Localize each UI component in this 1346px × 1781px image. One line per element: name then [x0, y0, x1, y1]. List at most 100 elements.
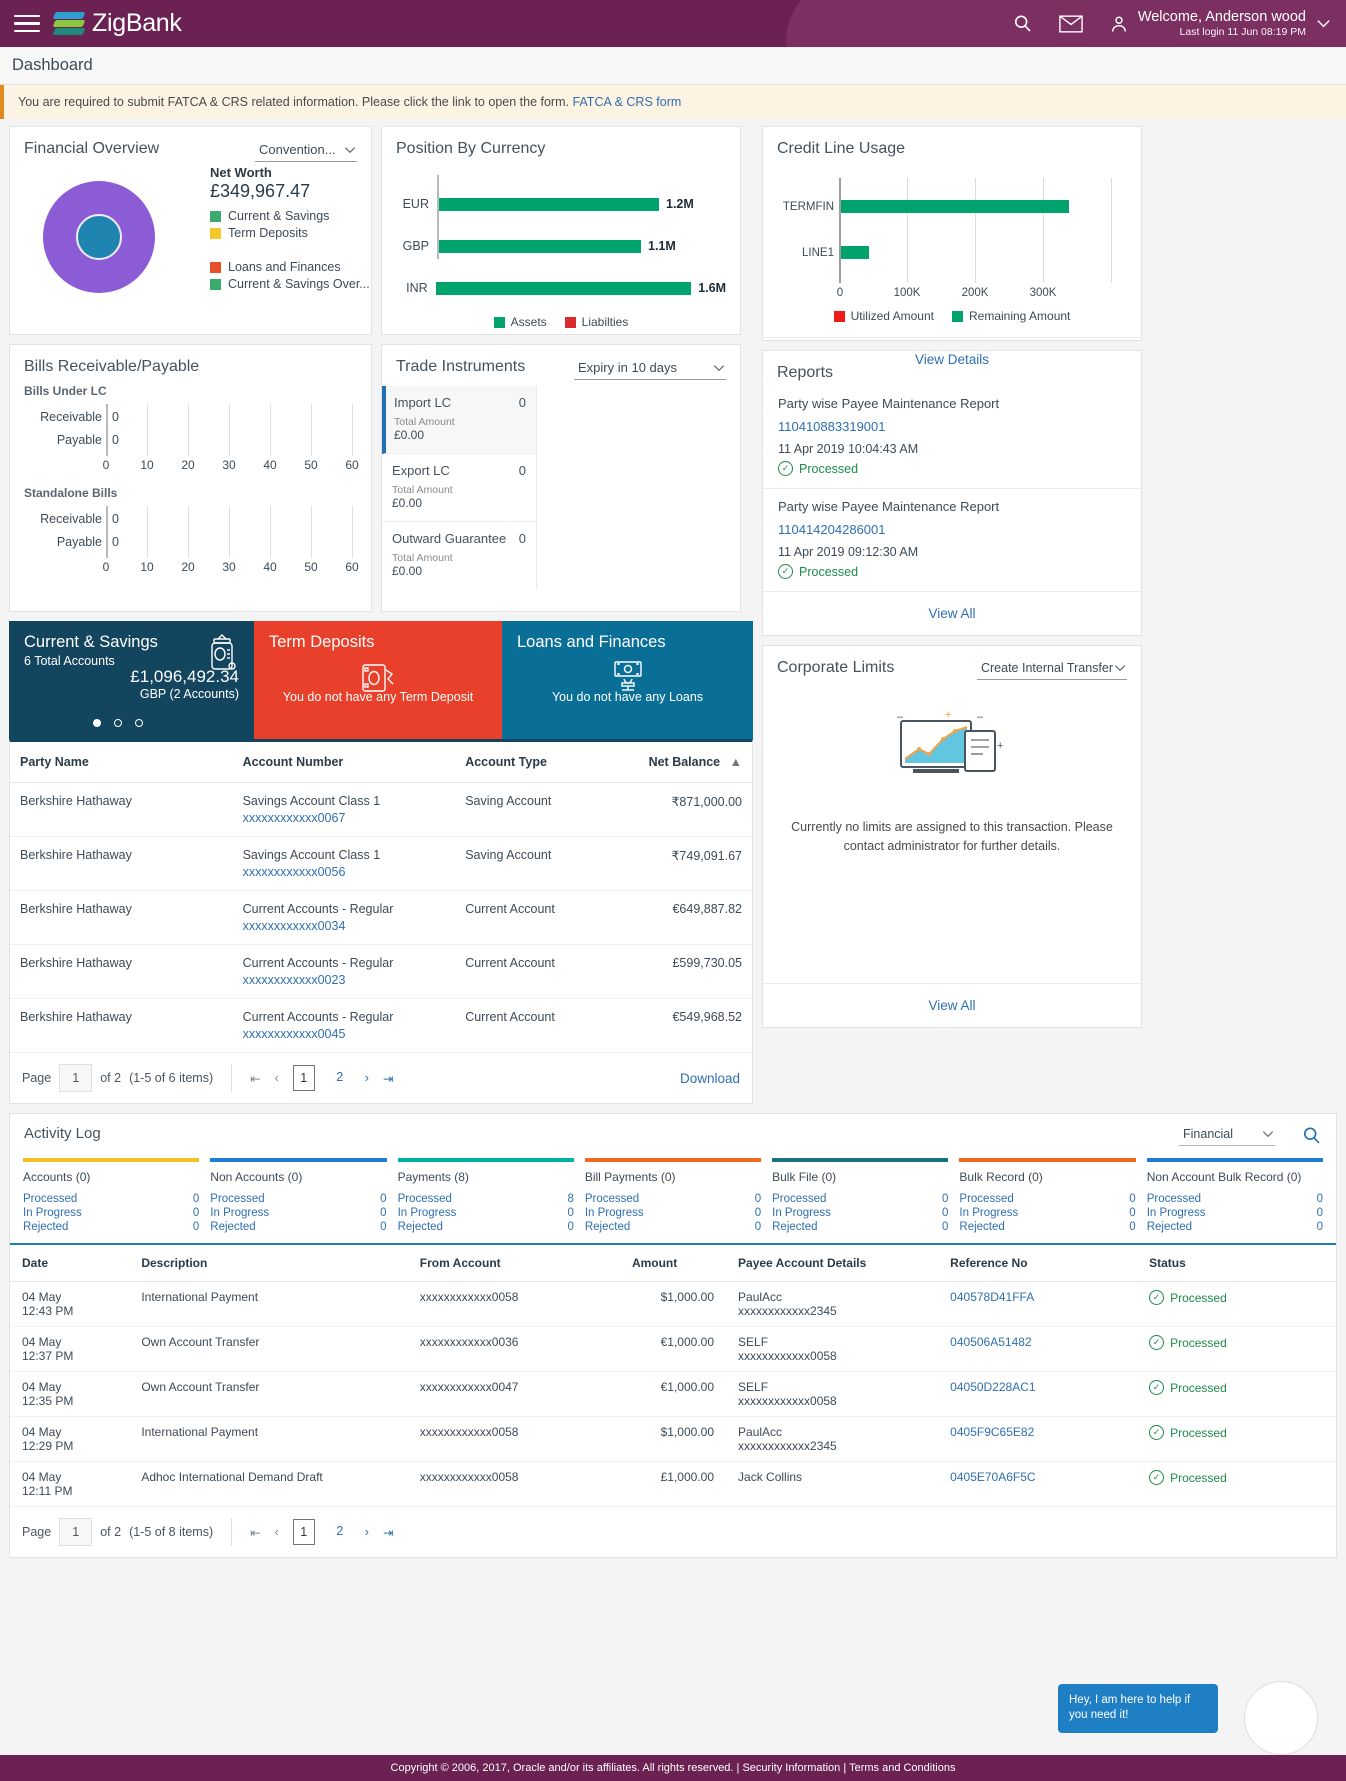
- tab-bulk-record[interactable]: Bulk Record (0) Processed 0 In Progress 0 …: [959, 1158, 1136, 1243]
- table-row[interactable]: 04 May 12:37 PM Own Account Transfer xxxx…: [10, 1326, 1336, 1372]
- hamburger-menu-icon[interactable]: [14, 14, 40, 33]
- bar-label: TERMFIN: [782, 200, 834, 213]
- limits-illustration-icon: + – + –: [897, 709, 1003, 773]
- tile-current-and-savings[interactable]: Current & Savings 6 Total Accounts £1,09…: [9, 621, 254, 739]
- table-row[interactable]: 04 May 12:43 PM International Payment xxx…: [10, 1281, 1336, 1327]
- column-amount[interactable]: Amount: [619, 1245, 727, 1282]
- footer-separator: |: [843, 1762, 847, 1774]
- prev-page-button[interactable]: ‹: [275, 1525, 279, 1539]
- corporate-limits-selector[interactable]: Create Internal Transfer: [976, 659, 1127, 680]
- next-page-button[interactable]: ›: [365, 1525, 369, 1539]
- user-menu[interactable]: Welcome, Anderson wood Last login 11 Jun…: [1109, 8, 1332, 39]
- account-number-link[interactable]: xxxxxxxxxxxx0056: [243, 865, 446, 879]
- cell-payee-details: PaulAcc xxxxxxxxxxxx2345: [726, 1416, 939, 1462]
- terms-and-conditions-link[interactable]: Terms and Conditions: [849, 1762, 955, 1774]
- page-2-button[interactable]: 2: [329, 1519, 351, 1545]
- tile-loans-and-finances[interactable]: Loans and Finances You do not have any L…: [502, 621, 753, 739]
- table-row[interactable]: Berkshire Hathaway Savings Account Class…: [10, 782, 752, 837]
- search-icon[interactable]: [1012, 13, 1033, 34]
- notice-text: You are required to submit FATCA & CRS r…: [18, 95, 569, 109]
- page-number-input[interactable]: 1: [59, 1064, 93, 1092]
- axis-tick: 20: [181, 560, 195, 574]
- trade-item-import-lc[interactable]: Import LC 0 Total Amount £0.00: [382, 386, 536, 454]
- view-details-link[interactable]: View Details: [763, 337, 1141, 381]
- chat-tooltip[interactable]: Hey, I am here to help if you need it!: [1058, 1683, 1218, 1733]
- report-item[interactable]: Party wise Payee Maintenance Report 1104…: [763, 489, 1141, 591]
- search-icon[interactable]: [1301, 1125, 1322, 1146]
- carousel-dots[interactable]: [93, 719, 143, 727]
- reference-link[interactable]: 04050D228AC1: [950, 1380, 1035, 1394]
- tab-bulk-file[interactable]: Bulk File (0) Processed 0 In Progress 0 Re…: [772, 1158, 949, 1243]
- table-row[interactable]: Berkshire Hathaway Current Accounts - Re…: [10, 998, 752, 1053]
- activity-log-filter-selector[interactable]: Financial: [1179, 1125, 1275, 1146]
- column-status[interactable]: Status: [1137, 1245, 1336, 1282]
- trade-item-outward-guarantee[interactable]: Outward Guarantee 0 Total Amount £0.00: [382, 522, 536, 589]
- account-number-link[interactable]: xxxxxxxxxxxx0023: [243, 973, 446, 987]
- column-date[interactable]: Date: [10, 1245, 130, 1282]
- table-row[interactable]: 04 May 12:35 PM Own Account Transfer xxxx…: [10, 1371, 1336, 1417]
- report-item[interactable]: Party wise Payee Maintenance Report 1104…: [763, 386, 1141, 489]
- chevron-down-icon[interactable]: [1315, 15, 1332, 32]
- column-description[interactable]: Description: [129, 1245, 408, 1282]
- column-net-balance[interactable]: Net Balance ▲: [618, 742, 752, 783]
- status-count: 0: [1316, 1207, 1323, 1219]
- account-number-link[interactable]: xxxxxxxxxxxx0045: [243, 1027, 446, 1041]
- column-reference-no[interactable]: Reference No: [938, 1245, 1138, 1282]
- table-row[interactable]: Berkshire Hathaway Current Accounts - Re…: [10, 944, 752, 999]
- carousel-dot-3[interactable]: [135, 719, 143, 727]
- table-row[interactable]: 04 May 12:11 PM Adhoc International Deman…: [10, 1461, 1336, 1507]
- last-page-button[interactable]: ⇥: [383, 1525, 393, 1540]
- trade-expiry-selector[interactable]: Expiry in 10 days: [574, 358, 726, 380]
- corporate-limits-view-all-link[interactable]: View All: [763, 983, 1141, 1027]
- tab-color-bar: [210, 1158, 387, 1162]
- tab-accounts[interactable]: Accounts (0) Processed 0 In Progress 0 Rej…: [23, 1158, 200, 1243]
- page-number-input[interactable]: 1: [59, 1518, 93, 1546]
- prev-page-button[interactable]: ‹: [275, 1071, 279, 1085]
- sort-ascending-icon[interactable]: ▲: [730, 755, 742, 769]
- first-page-button[interactable]: ⇤: [250, 1071, 260, 1086]
- column-from-account[interactable]: From Account: [407, 1245, 620, 1282]
- first-page-button[interactable]: ⇤: [250, 1525, 260, 1540]
- page-2-button[interactable]: 2: [329, 1065, 351, 1091]
- table-row[interactable]: 04 May 12:29 PM International Payment xxx…: [10, 1416, 1336, 1462]
- envelope-icon[interactable]: [1059, 14, 1083, 33]
- financial-overview-selector[interactable]: Convention...: [255, 140, 357, 162]
- carousel-dot-1[interactable]: [93, 719, 101, 727]
- column-account-type[interactable]: Account Type: [455, 742, 619, 783]
- next-page-button[interactable]: ›: [365, 1071, 369, 1085]
- reference-link[interactable]: 0405E70A6F5C: [950, 1470, 1035, 1484]
- account-number-link[interactable]: xxxxxxxxxxxx0034: [243, 919, 446, 933]
- table-row[interactable]: Berkshire Hathaway Current Accounts - Re…: [10, 890, 752, 945]
- carousel-dot-2[interactable]: [114, 719, 122, 727]
- reference-link[interactable]: 0405F9C65E82: [950, 1425, 1034, 1439]
- tile-term-deposits[interactable]: Term Deposits You do not have any Term D…: [254, 621, 502, 739]
- column-account-number[interactable]: Account Number: [232, 742, 456, 783]
- tab-payments[interactable]: Payments (8) Processed 8 In Progress 0 Rej…: [397, 1158, 574, 1243]
- column-party-name[interactable]: Party Name: [10, 742, 233, 783]
- axis-tick: 50: [304, 560, 318, 574]
- page-1-button[interactable]: 1: [292, 1065, 315, 1091]
- report-reference-link[interactable]: 110410883319001: [778, 419, 1126, 434]
- security-information-link[interactable]: Security Information: [742, 1762, 840, 1774]
- tab-non-account-bulk-record[interactable]: Non Account Bulk Record (0) Processed 0 I…: [1146, 1158, 1323, 1243]
- status-count: 0: [942, 1193, 949, 1205]
- page-1-button[interactable]: 1: [292, 1519, 315, 1545]
- account-number-link[interactable]: xxxxxxxxxxxx0067: [243, 811, 446, 825]
- reference-link[interactable]: 040506A51482: [950, 1335, 1031, 1349]
- cell-reference-no: 040506A51482: [938, 1326, 1138, 1372]
- chat-launcher-button[interactable]: [1244, 1681, 1318, 1755]
- table-row[interactable]: Berkshire Hathaway Savings Account Class…: [10, 836, 752, 891]
- column-payee-account-details[interactable]: Payee Account Details: [726, 1245, 939, 1282]
- download-link[interactable]: Download: [680, 1071, 740, 1086]
- tab-bill-payments[interactable]: Bill Payments (0) Processed 0 In Progress…: [584, 1158, 762, 1243]
- last-page-button[interactable]: ⇥: [383, 1071, 393, 1086]
- legend-swatch: [210, 278, 221, 290]
- reference-link[interactable]: 040578D41FFA: [950, 1290, 1034, 1304]
- brand-logo[interactable]: ZigBank: [52, 9, 182, 38]
- tile-title: Loans and Finances: [517, 633, 666, 651]
- fatca-crs-form-link[interactable]: FATCA & CRS form: [572, 95, 681, 109]
- reports-view-all-link[interactable]: View All: [763, 591, 1141, 635]
- report-reference-link[interactable]: 110414204286001: [778, 522, 1126, 537]
- tab-non-accounts[interactable]: Non Accounts (0) Processed 0 In Progress 0…: [210, 1158, 387, 1243]
- trade-item-export-lc[interactable]: Export LC 0 Total Amount £0.00: [382, 454, 536, 522]
